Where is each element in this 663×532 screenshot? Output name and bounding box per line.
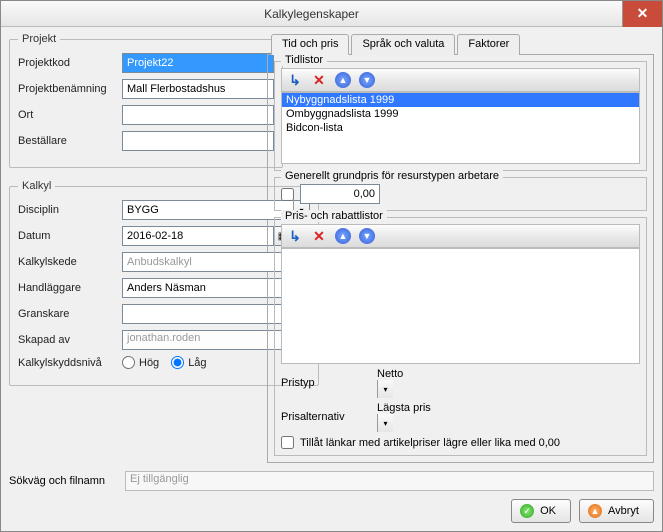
tab-body: Tidlistor ↳ ✕ ▲ ▼ Nybyggnadslista 1999 O… [267, 55, 654, 463]
window-title: Kalkylegenskaper [1, 7, 622, 21]
chevron-down-icon[interactable]: ▾ [377, 414, 393, 432]
tidlistor-label: Tidlistor [281, 54, 327, 66]
add-icon[interactable]: ↳ [286, 71, 304, 89]
list-item[interactable]: Ombyggnadslista 1999 [282, 107, 639, 121]
pristyp-label: Pristyp [281, 377, 371, 389]
radio-hog-input[interactable] [122, 356, 135, 369]
tillat-lankar-checkbox[interactable] [281, 436, 294, 449]
bestallare-label: Beställare [18, 135, 116, 147]
radio-lag-input[interactable] [171, 356, 184, 369]
bestallare-input[interactable] [122, 131, 274, 151]
tab-tid-och-pris[interactable]: Tid och pris [271, 34, 349, 55]
radio-hog[interactable]: Hög [122, 356, 159, 369]
skapadav-label: Skapad av [18, 334, 116, 346]
content-area: Projekt Projektkod Projektbenämning Ort … [1, 27, 662, 467]
cancel-icon: ▲ [588, 504, 602, 518]
move-down-icon[interactable]: ▼ [358, 71, 376, 89]
dialog-buttons: ✓ OK ▲ Avbryt [1, 495, 662, 531]
move-up-icon[interactable]: ▲ [334, 227, 352, 245]
kalkyl-legend: Kalkyl [18, 180, 55, 192]
left-column: Projekt Projektkod Projektbenämning Ort … [9, 33, 259, 463]
prisalternativ-value: Lägsta pris [377, 402, 431, 414]
projektkod-input[interactable] [122, 53, 274, 73]
sokvag-row: Sökväg och filnamn Ej tillgänglig [1, 467, 662, 495]
sokvag-label: Sökväg och filnamn [9, 475, 119, 487]
radio-lag[interactable]: Låg [171, 356, 206, 369]
projektbenamning-input[interactable] [122, 79, 274, 99]
add-icon[interactable]: ↳ [286, 227, 304, 245]
projektbenamning-label: Projektbenämning [18, 83, 116, 95]
tillat-lankar-label: Tillåt länkar med artikelpriser lägre el… [300, 437, 560, 449]
prislistor-label: Pris- och rabattlistor [281, 210, 387, 222]
close-icon: ✕ [637, 5, 649, 22]
tidlistor-toolbar: ↳ ✕ ▲ ▼ [281, 68, 640, 92]
radio-lag-label: Låg [188, 357, 206, 369]
move-down-icon[interactable]: ▼ [358, 227, 376, 245]
tab-sprak-och-valuta[interactable]: Språk och valuta [351, 34, 455, 55]
tidlistor-list[interactable]: Nybyggnadslista 1999 Ombyggnadslista 199… [281, 92, 640, 164]
projektkod-label: Projektkod [18, 57, 116, 69]
grundpris-checkbox[interactable] [281, 188, 294, 201]
avbryt-button[interactable]: ▲ Avbryt [579, 499, 654, 523]
projekt-legend: Projekt [18, 33, 60, 45]
titlebar: Kalkylegenskaper ✕ [1, 1, 662, 27]
list-item[interactable]: Nybyggnadslista 1999 [282, 93, 639, 107]
avbryt-label: Avbryt [608, 505, 639, 517]
grundpris-label: Generellt grundpris för resurstypen arbe… [281, 170, 503, 182]
disciplin-value: BYGG [127, 204, 293, 216]
datum-label: Datum [18, 230, 116, 242]
delete-icon[interactable]: ✕ [310, 71, 328, 89]
prislistor-list[interactable] [281, 248, 640, 364]
prislistor-group: Pris- och rabattlistor ↳ ✕ ▲ ▼ Pristyp N… [274, 217, 647, 456]
skyddsniva-label: Kalkylskyddsnivå [18, 357, 116, 369]
handlaggare-label: Handläggare [18, 282, 116, 294]
radio-hog-label: Hög [139, 357, 159, 369]
granskare-label: Granskare [18, 308, 116, 320]
datum-input[interactable] [122, 226, 274, 246]
delete-icon[interactable]: ✕ [310, 227, 328, 245]
ort-label: Ort [18, 109, 116, 121]
close-button[interactable]: ✕ [622, 1, 662, 27]
prisalternativ-label: Prisalternativ [281, 411, 371, 423]
list-item[interactable]: Bidcon-lista [282, 121, 639, 135]
kalkylskede-value: Anbudskalkyl [127, 256, 293, 268]
chevron-down-icon[interactable]: ▾ [377, 380, 393, 398]
move-up-icon[interactable]: ▲ [334, 71, 352, 89]
tab-faktorer[interactable]: Faktorer [457, 34, 520, 55]
pristyp-value: Netto [377, 368, 403, 380]
tidlistor-group: Tidlistor ↳ ✕ ▲ ▼ Nybyggnadslista 1999 O… [274, 61, 647, 171]
right-column: Tid och pris Språk och valuta Faktorer T… [267, 33, 654, 463]
grundpris-group: Generellt grundpris för resurstypen arbe… [274, 177, 647, 211]
pristyp-select[interactable]: Netto ▾ [377, 368, 537, 398]
ort-input[interactable] [122, 105, 274, 125]
dialog-window: Kalkylegenskaper ✕ Projekt Projektkod Pr… [0, 0, 663, 532]
ok-button[interactable]: ✓ OK [511, 499, 571, 523]
check-icon: ✓ [520, 504, 534, 518]
ok-label: OK [540, 505, 556, 517]
projekt-group: Projekt Projektkod Projektbenämning Ort … [9, 33, 283, 168]
grundpris-input[interactable] [300, 184, 380, 204]
prisalternativ-select[interactable]: Lägsta pris ▾ [377, 402, 537, 432]
disciplin-label: Disciplin [18, 204, 116, 216]
tabstrip: Tid och pris Språk och valuta Faktorer [267, 33, 654, 55]
kalkylskede-label: Kalkylskede [18, 256, 116, 268]
prislistor-toolbar: ↳ ✕ ▲ ▼ [281, 224, 640, 248]
sokvag-readonly: Ej tillgänglig [125, 471, 654, 491]
